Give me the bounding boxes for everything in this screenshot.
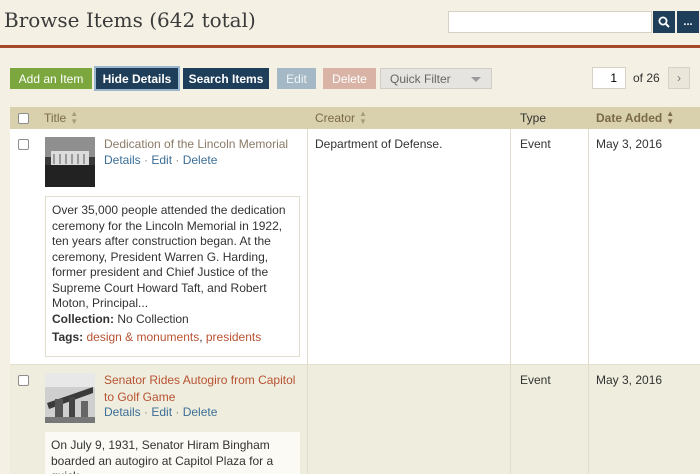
column-header-date-added[interactable]: Date Added ▲ ▼ [596, 107, 674, 129]
page-count: of 26 [633, 71, 660, 85]
search-items-button[interactable]: Search Items [183, 68, 269, 89]
type-cell: Event [520, 137, 551, 151]
delete-button[interactable]: Delete [323, 68, 376, 89]
item-thumbnail[interactable] [45, 373, 95, 423]
delete-link[interactable]: Delete [183, 153, 218, 167]
row-checkbox[interactable] [18, 139, 29, 150]
column-divider [588, 365, 589, 474]
tag-link[interactable]: presidents [206, 330, 261, 344]
next-page-button[interactable]: › [668, 67, 690, 89]
sort-icon: ▲ ▼ [666, 109, 675, 126]
item-collection: Collection: No Collection [52, 311, 189, 326]
hide-details-button[interactable]: Hide Details [96, 68, 178, 89]
column-header-title[interactable]: Title ▲ ▼ [44, 107, 78, 129]
type-cell: Event [520, 373, 551, 387]
details-link[interactable]: Details [104, 153, 141, 167]
edit-link[interactable]: Edit [151, 405, 172, 419]
search-button[interactable] [653, 11, 675, 33]
select-all-checkbox[interactable] [18, 113, 29, 124]
page-header: Browse Items (642 total) ... [0, 0, 700, 46]
item-details: Over 35,000 people attended the dedicati… [45, 196, 300, 357]
creator-cell: Department of Defense. [315, 137, 443, 151]
item-title-link[interactable]: Dedication of the Lincoln Memorial [104, 136, 304, 153]
item-description: On July 9, 1931, Senator Hiram Bingham b… [51, 438, 274, 474]
details-link[interactable]: Details [104, 405, 141, 419]
quick-filter-label: Quick Filter [390, 71, 451, 86]
sort-icon: ▲ ▼ [359, 109, 367, 126]
page-title: Browse Items (642 total) [4, 8, 256, 32]
table-row: Dedication of the Lincoln Memorial Detai… [10, 129, 700, 365]
column-divider [510, 129, 511, 365]
column-divider [307, 365, 308, 474]
row-actions: Details · Edit · Delete [104, 153, 218, 167]
date-added-cell: May 3, 2016 [596, 137, 663, 151]
chevron-down-icon [471, 77, 481, 82]
item-thumbnail[interactable] [45, 137, 95, 187]
edit-link[interactable]: Edit [151, 153, 172, 167]
header-divider [0, 45, 700, 48]
page-number-input[interactable] [592, 67, 626, 89]
column-header-creator[interactable]: Creator ▲ ▼ [315, 107, 367, 129]
sort-icon: ▲ ▼ [70, 109, 79, 126]
column-divider [307, 129, 308, 365]
row-checkbox[interactable] [18, 375, 29, 386]
search-input[interactable] [448, 11, 652, 33]
item-details: On July 9, 1931, Senator Hiram Bingham b… [45, 432, 300, 474]
table-row: Senator Rides Autogiro from Capitol to G… [10, 365, 700, 474]
add-item-button[interactable]: Add an Item [10, 68, 92, 89]
delete-link[interactable]: Delete [183, 405, 218, 419]
search-icon [658, 16, 670, 28]
column-header-type: Type [520, 111, 547, 125]
table-header: Title ▲ ▼ Creator ▲ ▼ Type Date Added ▲ ▼ [10, 107, 700, 129]
date-added-cell: May 3, 2016 [596, 373, 663, 387]
item-description: Over 35,000 people attended the dedicati… [52, 203, 286, 310]
quick-filter-select[interactable]: Quick Filter [380, 68, 492, 89]
edit-button[interactable]: Edit [277, 68, 316, 89]
chevron-right-icon: › [677, 71, 681, 85]
column-divider [588, 129, 589, 365]
row-actions: Details · Edit · Delete [104, 405, 218, 419]
tag-link[interactable]: design & monuments [86, 330, 199, 344]
column-divider [510, 365, 511, 474]
item-title-link[interactable]: Senator Rides Autogiro from Capitol to G… [104, 372, 304, 406]
item-tags: Tags: design & monuments, presidents [52, 330, 262, 344]
advanced-search-button[interactable]: ... [677, 11, 699, 33]
